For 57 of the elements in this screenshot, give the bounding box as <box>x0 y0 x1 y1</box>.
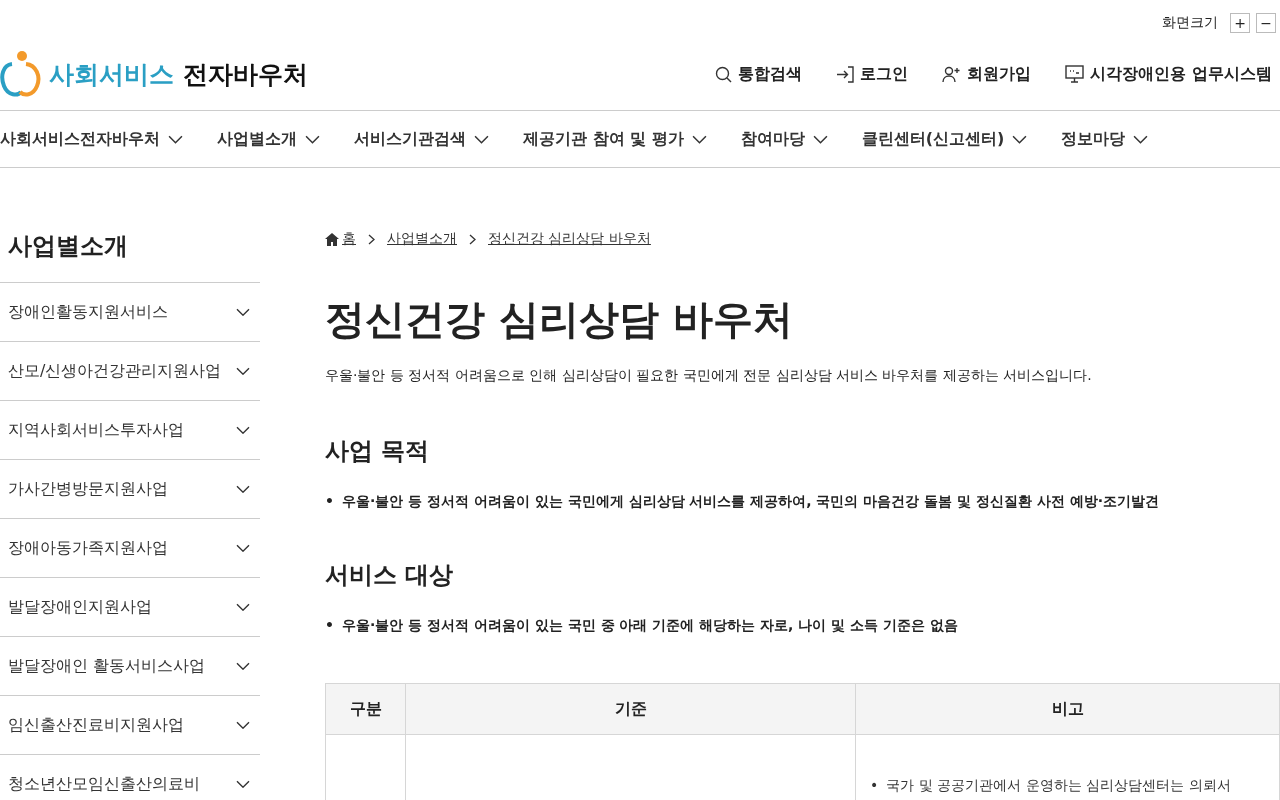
login-icon <box>836 65 855 83</box>
zoom-in-button[interactable]: + <box>1230 13 1250 33</box>
bullet-marker: • <box>325 492 334 511</box>
chevron-down-icon <box>691 134 707 144</box>
chevron-down-icon <box>236 307 250 317</box>
chevron-down-icon <box>236 366 250 376</box>
breadcrumb-link[interactable]: 정신건강 심리상담 바우처 <box>488 230 651 248</box>
user-plus-icon <box>942 65 962 83</box>
section-heading: 서비스 대상 <box>325 560 455 591</box>
breadcrumb-link[interactable]: 사업별소개 <box>387 230 457 248</box>
logo-text: 사회서비스 전자바우처 <box>49 58 308 91</box>
chevron-right-icon <box>469 233 476 245</box>
section-heading: 사업 목적 <box>325 436 431 467</box>
header-link[interactable]: 로그인 <box>836 63 909 85</box>
chevron-down-icon <box>236 661 250 671</box>
chevron-down-icon <box>236 779 250 789</box>
nav-menu-item[interactable]: 서비스기관검색 <box>354 128 489 150</box>
chevron-down-icon <box>236 543 250 553</box>
chevron-down-icon <box>1133 134 1149 144</box>
table-header: 구분 <box>325 683 406 735</box>
nav-menu-item[interactable]: 사업별소개 <box>217 128 320 150</box>
intro-text: 우울·불안 등 정서적 어려움으로 인해 심리상담이 필요한 국민에게 전문 심리상담 서비스 바우처를 제공하는 서비스입니다. <box>325 367 1093 385</box>
chevron-down-icon <box>305 134 320 144</box>
header-link[interactable]: 시각장애인용 업무시스템 <box>1065 63 1272 85</box>
chevron-down-icon <box>168 134 183 144</box>
zoom-out-button[interactable]: − <box>1256 13 1276 33</box>
page-title: 정신건강 심리상담 바우처 <box>325 295 794 344</box>
chevron-down-icon <box>236 720 250 730</box>
search-icon <box>715 65 733 83</box>
bullet-text: 우울·불안 등 정서적 어려움이 있는 국민 중 아래 기준에 해당하는 자로, 나이 및 소득 기준은 없음 <box>341 616 958 635</box>
chevron-down-icon <box>236 484 250 494</box>
chevron-right-icon <box>368 233 375 245</box>
logo-icon <box>0 50 43 98</box>
header-link[interactable]: 통합검색 <box>715 63 803 85</box>
nav-menu-item[interactable]: 참여마당 <box>740 128 828 150</box>
table-cell-text: 국가 및 공공기관에서 운영하는 심리상담센터는 의뢰서 <box>886 776 1231 795</box>
chevron-down-icon <box>236 602 250 612</box>
bullet-text: 우울·불안 등 정서적 어려움이 있는 국민에게 심리상담 서비스를 제공하여, 국민의 마음건강 돌봄 및 정신질환 사전 예방·조기발견 <box>341 492 1160 511</box>
breadcrumb-link[interactable]: 홈 <box>325 230 356 248</box>
header-link[interactable]: 회원가입 <box>942 63 1032 85</box>
site-logo[interactable]: 사회서비스 전자바우처 <box>0 50 308 98</box>
table-header: 비고 <box>855 683 1280 735</box>
nav-menu-item[interactable]: 클린센터(신고센터) <box>861 128 1028 150</box>
sidebar-title: 사업별소개 <box>8 231 129 262</box>
monitor-icon <box>1065 65 1085 83</box>
chevron-down-icon <box>812 134 828 144</box>
nav-menu-item[interactable]: 사회서비스전자바우처 <box>0 128 183 150</box>
table-header: 기준 <box>405 683 856 735</box>
home-icon <box>325 232 339 246</box>
chevron-down-icon <box>474 134 489 144</box>
chevron-down-icon <box>1012 134 1028 144</box>
screen-size-label: 화면크기 <box>1162 14 1218 32</box>
bullet-marker: • <box>325 616 334 635</box>
bullet-marker: • <box>870 776 879 795</box>
nav-menu-item[interactable]: 제공기관 참여 및 평가 <box>523 128 707 150</box>
chevron-down-icon <box>236 425 250 435</box>
nav-menu-item[interactable]: 정보마당 <box>1061 128 1149 150</box>
